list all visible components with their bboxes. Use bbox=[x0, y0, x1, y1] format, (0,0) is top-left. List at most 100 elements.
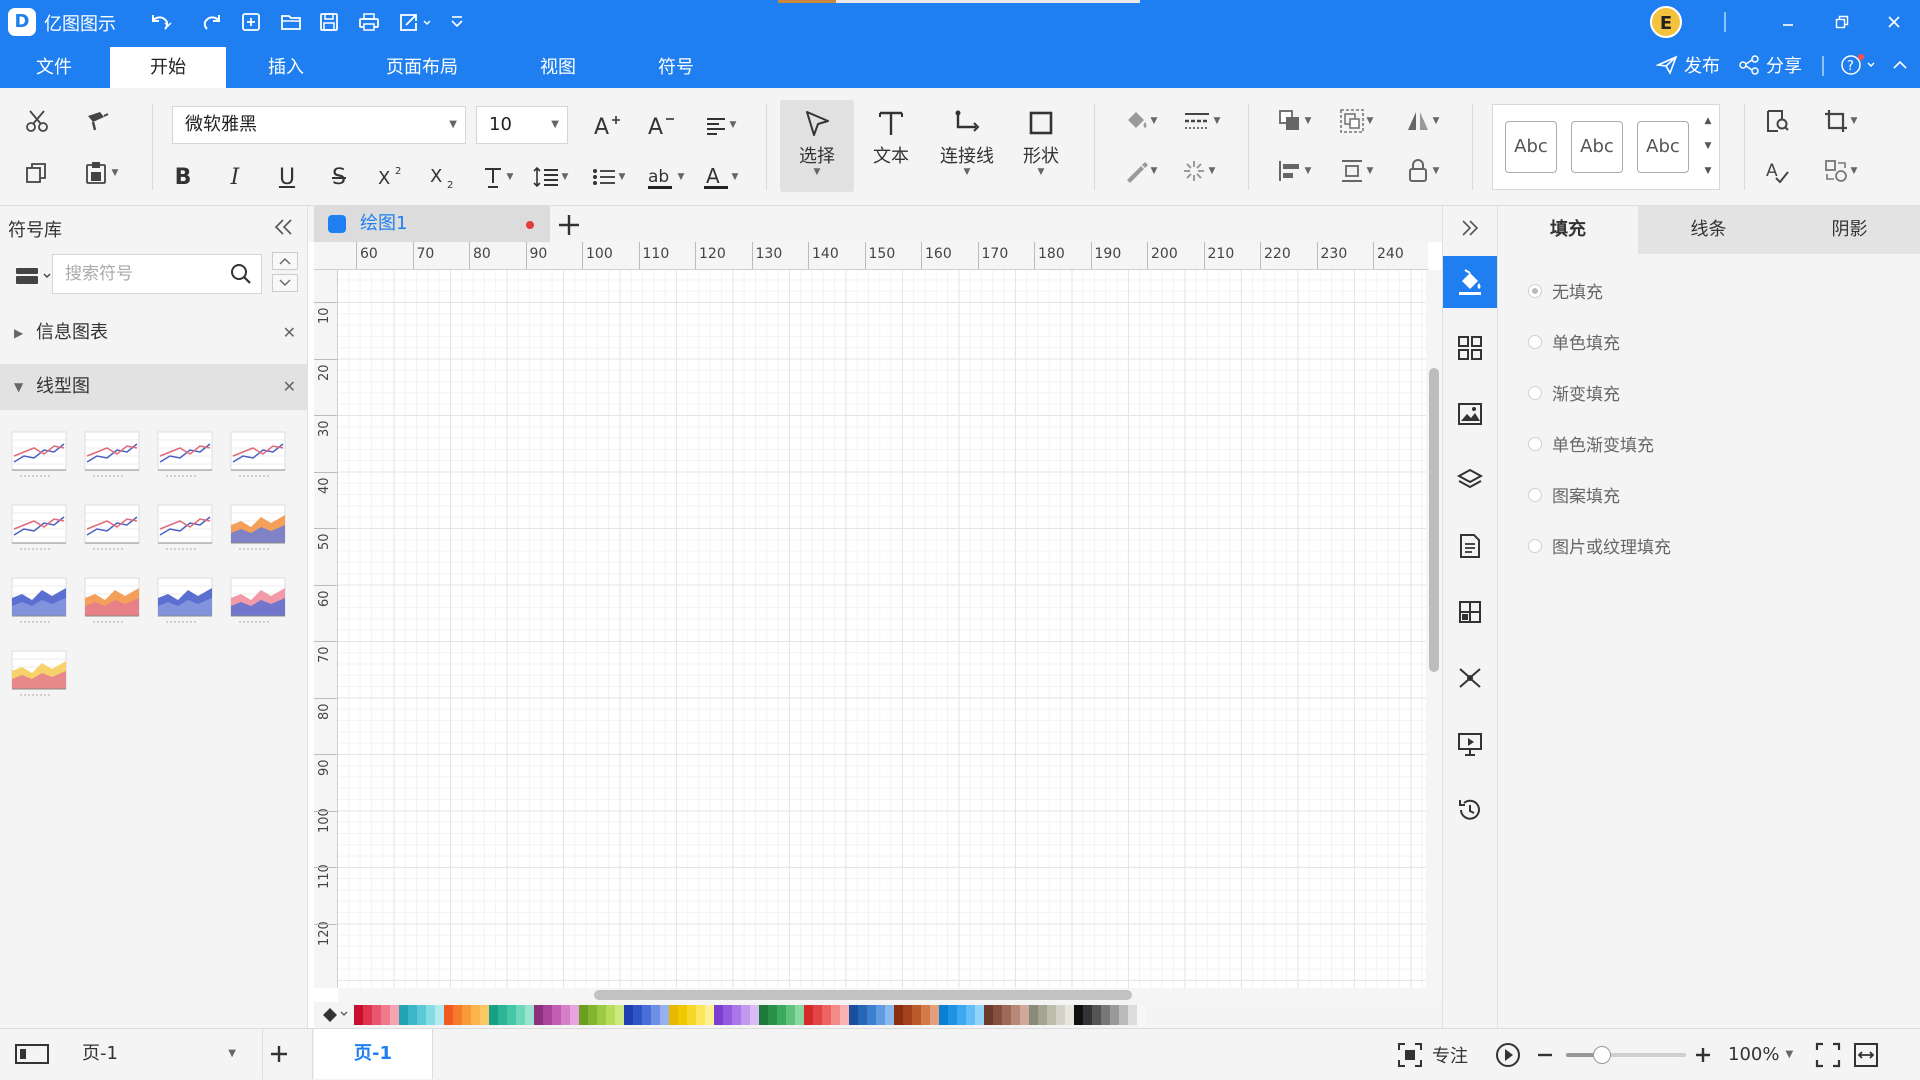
fit-width-icon[interactable] bbox=[1852, 1041, 1880, 1069]
image-panel-icon[interactable] bbox=[1443, 388, 1497, 440]
strikethrough-icon[interactable]: S bbox=[322, 160, 356, 194]
color-swatch[interactable] bbox=[705, 1005, 714, 1025]
collapse-ribbon-icon[interactable] bbox=[1890, 50, 1910, 80]
color-swatch[interactable] bbox=[507, 1005, 516, 1025]
distribute-icon[interactable]: ▼ bbox=[1332, 154, 1380, 188]
fill-option-solid[interactable]: 单色填充 bbox=[1528, 329, 1620, 354]
color-swatch[interactable] bbox=[903, 1005, 912, 1025]
color-swatch[interactable] bbox=[372, 1005, 381, 1025]
collapse-panel-icon[interactable] bbox=[270, 214, 296, 240]
color-swatch[interactable] bbox=[642, 1005, 651, 1025]
font-size-select[interactable]: 10 ▼ bbox=[476, 106, 568, 144]
page-select[interactable]: 页-1 ▼ bbox=[66, 1039, 240, 1069]
minimize-icon[interactable] bbox=[1768, 6, 1808, 38]
play-icon[interactable] bbox=[1494, 1041, 1522, 1069]
decrease-font-size-icon[interactable]: A bbox=[644, 108, 678, 142]
color-swatch[interactable] bbox=[1083, 1005, 1092, 1025]
fill-option-single-gradient[interactable]: 单色渐变填充 bbox=[1528, 431, 1654, 456]
color-swatch[interactable] bbox=[1029, 1005, 1038, 1025]
color-swatch[interactable] bbox=[561, 1005, 570, 1025]
color-swatch[interactable] bbox=[867, 1005, 876, 1025]
line-chart-symbol-thumbnail[interactable] bbox=[6, 645, 70, 701]
line-chart-symbol-thumbnail[interactable] bbox=[152, 572, 216, 628]
color-swatch[interactable] bbox=[768, 1005, 777, 1025]
scroll-down-button[interactable] bbox=[272, 274, 298, 292]
color-swatch[interactable] bbox=[966, 1005, 975, 1025]
fit-page-icon[interactable] bbox=[1814, 1041, 1842, 1069]
presentation-icon[interactable] bbox=[1443, 718, 1497, 770]
tab-fill[interactable]: 填充 bbox=[1498, 206, 1638, 254]
color-swatch[interactable] bbox=[669, 1005, 678, 1025]
search-icon[interactable] bbox=[229, 262, 253, 286]
category-infographics[interactable]: ▶ 信息图表 ✕ bbox=[0, 310, 308, 356]
color-swatch[interactable] bbox=[741, 1005, 750, 1025]
color-swatch[interactable] bbox=[813, 1005, 822, 1025]
color-swatch[interactable] bbox=[948, 1005, 957, 1025]
color-swatch[interactable] bbox=[894, 1005, 903, 1025]
customize-quick-access-icon[interactable] bbox=[442, 8, 472, 36]
color-swatch[interactable] bbox=[498, 1005, 507, 1025]
bring-to-front-icon[interactable]: ▼ bbox=[1270, 104, 1318, 138]
scroll-thumb[interactable] bbox=[1429, 368, 1439, 672]
close-category-icon[interactable]: ✕ bbox=[283, 310, 296, 356]
menu-tab-insert[interactable]: 插入 bbox=[240, 50, 332, 88]
line-chart-symbol-thumbnail[interactable] bbox=[6, 499, 70, 555]
subscript-icon[interactable]: X2 bbox=[426, 160, 460, 194]
select-tool-button[interactable]: 选择 ▼ bbox=[780, 100, 854, 192]
italic-icon[interactable]: I bbox=[218, 160, 252, 194]
replace-shape-icon[interactable]: ▼ bbox=[1816, 154, 1864, 188]
color-swatch[interactable] bbox=[543, 1005, 552, 1025]
color-swatch[interactable] bbox=[615, 1005, 624, 1025]
radio-button[interactable] bbox=[1528, 385, 1542, 400]
color-swatch[interactable] bbox=[723, 1005, 732, 1025]
color-swatch[interactable] bbox=[993, 1005, 1002, 1025]
fill-option-picture[interactable]: 图片或纹理填充 bbox=[1528, 533, 1671, 558]
line-chart-symbol-thumbnail[interactable] bbox=[152, 499, 216, 555]
flip-icon[interactable]: ▼ bbox=[1398, 104, 1446, 138]
color-swatch[interactable] bbox=[804, 1005, 813, 1025]
color-swatch[interactable] bbox=[1110, 1005, 1119, 1025]
zoom-out-icon[interactable] bbox=[1534, 1043, 1556, 1067]
line-color-icon[interactable]: ▼ bbox=[1116, 154, 1164, 188]
line-style-icon[interactable]: ▼ bbox=[1174, 104, 1228, 138]
color-swatch[interactable] bbox=[912, 1005, 921, 1025]
paste-icon[interactable]: ▼ bbox=[78, 156, 124, 190]
color-swatch[interactable] bbox=[858, 1005, 867, 1025]
menu-tab-view[interactable]: 视图 bbox=[512, 50, 604, 88]
menu-tab-home[interactable]: 开始 bbox=[110, 47, 226, 88]
publish-button[interactable]: 发布 bbox=[1656, 50, 1720, 80]
menu-tab-file[interactable]: 文件 bbox=[12, 50, 96, 88]
zoom-in-icon[interactable] bbox=[1692, 1043, 1714, 1067]
bullet-list-icon[interactable]: ▼ bbox=[584, 160, 632, 194]
color-swatch[interactable] bbox=[1065, 1005, 1074, 1025]
zoom-slider-handle[interactable] bbox=[1593, 1046, 1611, 1064]
line-chart-symbol-thumbnail[interactable] bbox=[79, 572, 143, 628]
color-swatch[interactable] bbox=[597, 1005, 606, 1025]
lock-icon[interactable]: ▼ bbox=[1398, 154, 1446, 188]
line-chart-symbol-thumbnail[interactable] bbox=[6, 572, 70, 628]
history-icon[interactable] bbox=[1443, 784, 1497, 836]
color-swatch[interactable] bbox=[714, 1005, 723, 1025]
color-swatch[interactable] bbox=[516, 1005, 525, 1025]
radio-button[interactable] bbox=[1528, 436, 1542, 451]
symbol-search-input[interactable]: 搜索符号 bbox=[52, 254, 262, 294]
shape-tool-button[interactable]: 形状 ▼ bbox=[1004, 100, 1078, 192]
font-color-icon[interactable]: A ▼ bbox=[696, 160, 744, 194]
color-swatch[interactable] bbox=[471, 1005, 480, 1025]
tab-shadow[interactable]: 阴影 bbox=[1779, 206, 1920, 254]
open-folder-icon[interactable] bbox=[276, 8, 306, 36]
color-swatch[interactable] bbox=[480, 1005, 489, 1025]
color-swatch[interactable] bbox=[489, 1005, 498, 1025]
color-swatch[interactable] bbox=[1020, 1005, 1029, 1025]
library-menu-icon[interactable] bbox=[14, 262, 54, 288]
crop-icon[interactable]: ▼ bbox=[1816, 104, 1864, 138]
color-swatch[interactable] bbox=[588, 1005, 597, 1025]
color-swatch[interactable] bbox=[399, 1005, 408, 1025]
color-swatch[interactable] bbox=[885, 1005, 894, 1025]
color-swatch[interactable] bbox=[660, 1005, 669, 1025]
fill-option-none[interactable]: 无填充 bbox=[1528, 278, 1603, 303]
color-swatch[interactable] bbox=[984, 1005, 993, 1025]
palette-fill-icon[interactable] bbox=[314, 1002, 354, 1028]
save-icon[interactable] bbox=[314, 8, 344, 36]
color-swatch[interactable] bbox=[678, 1005, 687, 1025]
